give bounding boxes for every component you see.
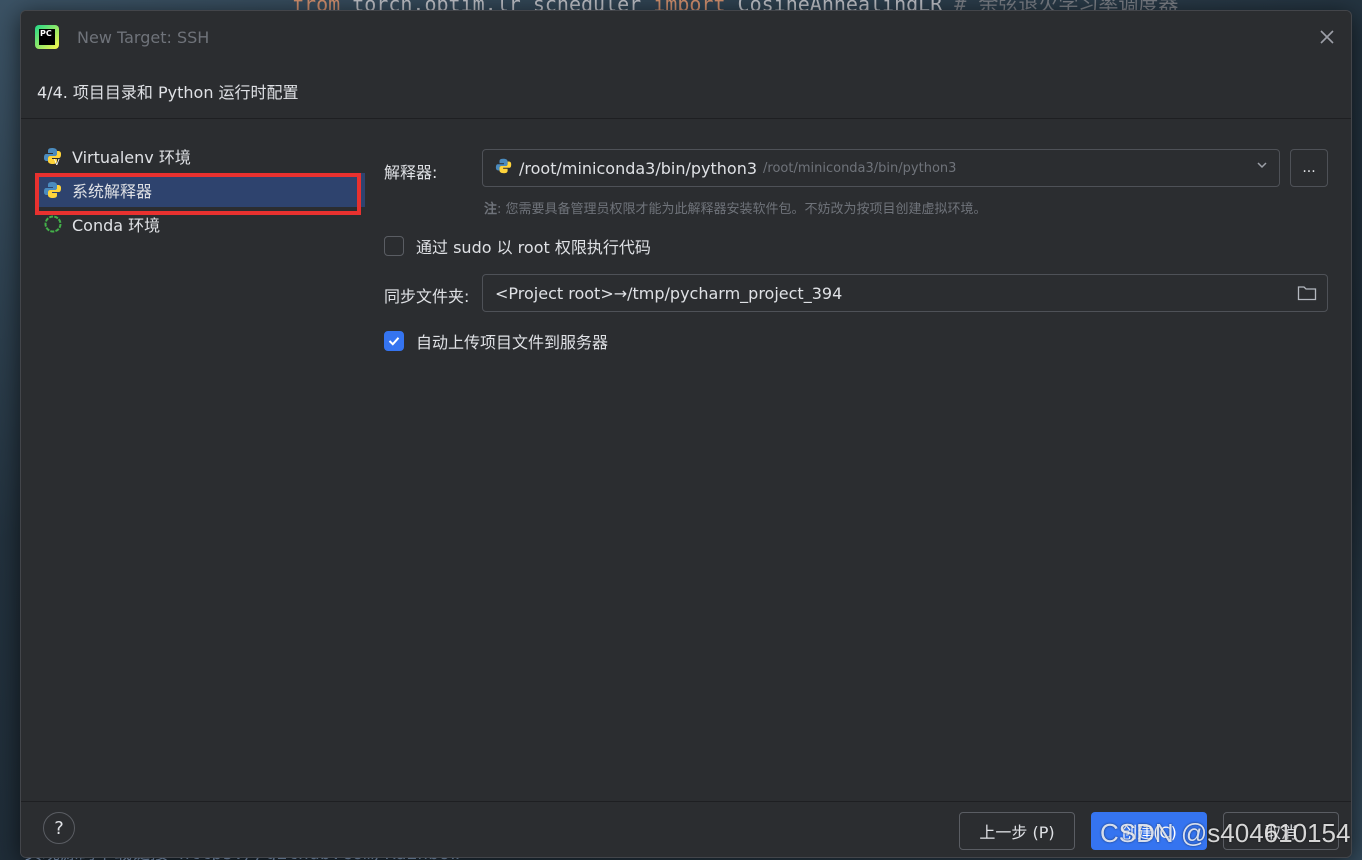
previous-button[interactable]: 上一步 (P): [959, 812, 1075, 850]
nav-item-system-interpreter[interactable]: 系统解释器: [35, 173, 365, 207]
auto-upload-checkbox[interactable]: [384, 331, 404, 351]
logo-text: PC: [40, 29, 52, 38]
sync-folder-field[interactable]: <Project root>→/tmp/pycharm_project_394: [482, 274, 1328, 312]
sync-folder-label: 同步文件夹:: [384, 287, 470, 306]
sync-folder-value: <Project root>→/tmp/pycharm_project_394: [495, 283, 843, 303]
close-icon[interactable]: [1313, 23, 1341, 51]
python-icon: [495, 157, 513, 179]
nav-item-conda[interactable]: Conda 环境: [35, 207, 365, 241]
nav-item-label: 系统解释器: [72, 182, 153, 201]
sudo-checkbox[interactable]: [384, 236, 404, 256]
watermark: CSDN @s404610154: [1100, 818, 1351, 848]
interpreter-label: 解释器:: [384, 163, 438, 182]
pycharm-logo-icon: PC: [35, 25, 59, 49]
nav-item-virtualenv[interactable]: V Virtualenv 环境: [35, 139, 365, 173]
new-target-dialog: PC New Target: SSH 4/4. 项目目录和 Python 运行时…: [20, 10, 1352, 858]
window-title: New Target: SSH: [77, 27, 210, 47]
conda-icon: [43, 214, 63, 234]
interpreter-type-list: V Virtualenv 环境 系统解释器 Conda 环境: [35, 139, 365, 241]
dialog-content: V Virtualenv 环境 系统解释器 Conda 环境 解释器: /roo…: [21, 119, 1351, 807]
python-icon: [43, 180, 63, 200]
auto-upload-label: 自动上传项目文件到服务器: [416, 333, 609, 352]
interpreter-path-hint: /root/miniconda3/bin/python3: [763, 160, 957, 176]
admin-note: 注: 您需要具备管理员权限才能为此解释器安装软件包。不妨改为按项目创建虚拟环境。: [484, 198, 987, 217]
folder-icon[interactable]: [1297, 284, 1317, 302]
nav-item-label: Virtualenv 环境: [72, 148, 191, 167]
title-bar: PC New Target: SSH: [21, 11, 1351, 63]
browse-interpreter-button[interactable]: ...: [1290, 149, 1328, 187]
step-header: 4/4. 项目目录和 Python 运行时配置: [21, 63, 1351, 119]
interpreter-value: /root/miniconda3/bin/python3: [519, 158, 758, 178]
nav-item-label: Conda 环境: [72, 216, 161, 235]
virtualenv-icon: V: [43, 146, 63, 166]
note-text: : 您需要具备管理员权限才能为此解释器安装软件包。不妨改为按项目创建虚拟环境。: [497, 202, 987, 217]
help-button[interactable]: ?: [43, 812, 75, 844]
sudo-checkbox-row[interactable]: 通过 sudo 以 root 权限执行代码: [384, 234, 651, 258]
check-icon: [388, 337, 400, 346]
sudo-label: 通过 sudo 以 root 权限执行代码: [416, 238, 651, 257]
interpreter-combobox[interactable]: /root/miniconda3/bin/python3 /root/minic…: [482, 149, 1280, 187]
note-prefix: 注: [484, 202, 498, 217]
chevron-down-icon: [1255, 158, 1269, 176]
auto-upload-checkbox-row[interactable]: 自动上传项目文件到服务器: [384, 329, 608, 353]
svg-text:V: V: [54, 158, 60, 166]
